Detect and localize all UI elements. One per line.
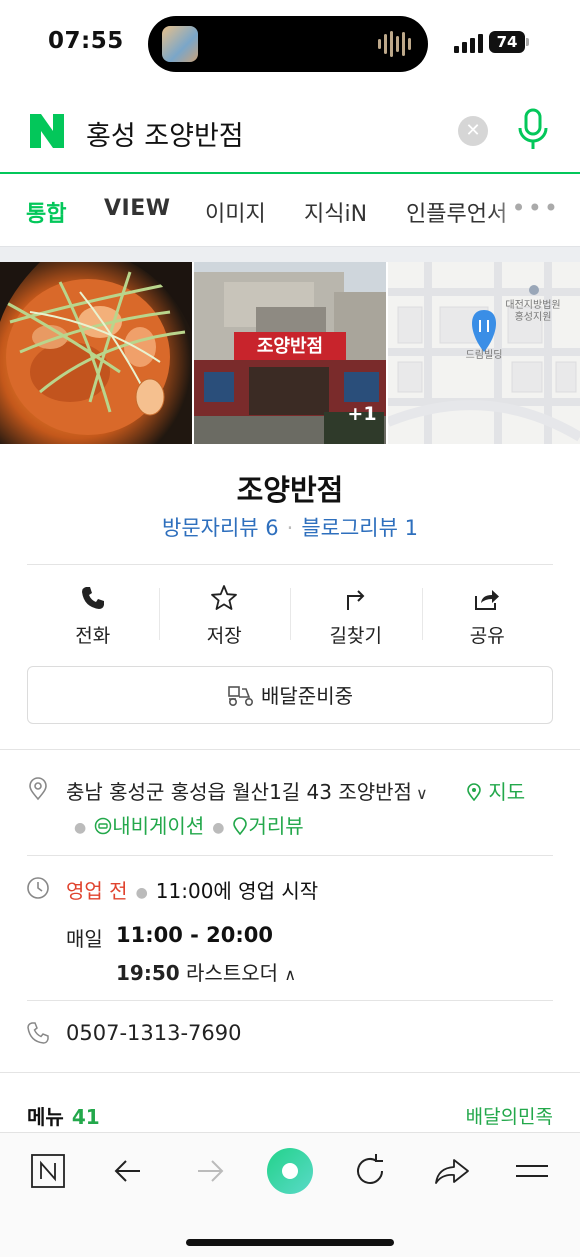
share-icon <box>475 590 500 610</box>
search-input[interactable]: 홍성 조양반점 <box>86 114 244 153</box>
tab-images[interactable]: 이미지 <box>205 196 266 228</box>
call-button[interactable]: 전화 <box>27 566 159 656</box>
store-sign-text: 조양반점 <box>257 336 323 357</box>
share-label: 공유 <box>469 625 505 647</box>
back-arrow-icon[interactable] <box>108 1151 148 1191</box>
food-photo[interactable] <box>0 262 192 444</box>
search-tabs: 통합 VIEW 이미지 지식iN 인플루언서 ••• <box>0 176 580 246</box>
divider <box>0 749 580 750</box>
location-sub-links: ● 내비게이션 ● 거리뷰 <box>74 814 304 838</box>
last-order-label: 라스트오더 <box>186 961 279 985</box>
last-order-time: 19:50 <box>116 961 180 985</box>
status-closed: 영업 전 <box>66 879 128 903</box>
phone-icon <box>81 587 104 609</box>
address-value: 충남 홍성군 홍성읍 월산1길 43 조양반점 <box>66 780 412 804</box>
directions-icon <box>346 590 365 610</box>
map-pin-icon <box>467 783 481 802</box>
tab-view[interactable]: VIEW <box>104 196 171 221</box>
battery-icon: 74 <box>489 31 529 53</box>
delivery-label: 배달준비중 <box>261 684 353 708</box>
menu-header: 메뉴 41 <box>27 1101 100 1130</box>
naver-logo-icon[interactable] <box>28 112 66 150</box>
now-playing-thumbnail <box>162 26 198 62</box>
save-label: 저장 <box>206 625 242 647</box>
map-thumbnail[interactable]: 대전지방법원 홍성지원 드림빌딩 <box>388 262 580 444</box>
call-label: 전화 <box>75 625 111 647</box>
delivery-button[interactable]: 배달준비중 <box>27 666 553 724</box>
action-bar: 전화 저장 길찾기 공유 <box>27 566 553 656</box>
microphone-icon[interactable] <box>516 108 550 152</box>
business-status[interactable]: 영업 전 ● 11:00에 영업 시작 <box>66 875 318 904</box>
storefront-photo[interactable]: 조양반점 +1 <box>194 262 386 444</box>
photo-extra-count: +1 <box>347 403 376 425</box>
search-bar: 홍성 조양반점 ✕ <box>0 90 580 174</box>
baemin-link[interactable]: 배달의민족 <box>466 1102 553 1129</box>
location-pin-icon <box>29 777 47 801</box>
clear-search-icon[interactable]: ✕ <box>458 116 488 146</box>
more-tabs-icon[interactable]: ••• <box>512 194 560 222</box>
map-label-court: 대전지방법원 <box>505 299 560 311</box>
street-view-label: 거리뷰 <box>248 814 304 838</box>
refresh-icon[interactable] <box>350 1151 390 1191</box>
address-text[interactable]: 충남 홍성군 홍성읍 월산1길 43 조양반점 ∨ <box>66 776 428 805</box>
divider <box>27 855 553 856</box>
street-view-link[interactable]: 거리뷰 <box>232 814 304 838</box>
tab-integrated[interactable]: 통합 <box>26 196 66 228</box>
street-view-icon <box>233 817 248 836</box>
chevron-down-icon[interactable]: ∨ <box>416 784 428 803</box>
delivery-scooter-icon <box>228 685 253 706</box>
blog-reviews-link[interactable]: 블로그리뷰 1 <box>301 516 418 540</box>
menu-count: 41 <box>71 1105 100 1129</box>
phone-number[interactable]: 0507-1313-7690 <box>66 1021 242 1045</box>
menu-icon[interactable] <box>512 1151 552 1191</box>
status-detail: 11:00에 영업 시작 <box>155 879 319 903</box>
audio-wave-icon <box>378 30 412 58</box>
divider <box>0 1072 580 1073</box>
star-icon <box>211 585 238 610</box>
car-icon <box>94 817 112 835</box>
navigation-label: 내비게이션 <box>112 814 205 838</box>
section-divider <box>0 246 580 262</box>
home-indicator <box>186 1239 394 1246</box>
dynamic-island[interactable] <box>148 16 428 72</box>
menu-label: 메뉴 <box>27 1105 64 1129</box>
daily-label: 매일 <box>66 927 103 951</box>
directions-button[interactable]: 길찾기 <box>290 566 422 656</box>
browser-toolbar <box>0 1132 580 1257</box>
naver-home-icon[interactable] <box>28 1151 68 1191</box>
map-link-label: 지도 <box>488 780 526 804</box>
status-bar: 07:55 74 <box>0 0 580 90</box>
navigation-link[interactable]: 내비게이션 <box>94 814 204 838</box>
forward-arrow-icon[interactable] <box>190 1151 230 1191</box>
share-button[interactable]: 공유 <box>421 566 554 656</box>
battery-level: 74 <box>489 31 525 53</box>
share-arrow-icon[interactable] <box>432 1151 472 1191</box>
phone-outline-icon <box>27 1022 49 1044</box>
last-order[interactable]: 19:50 라스트오더 ∧ <box>116 957 296 986</box>
directions-label: 길찾기 <box>329 625 382 647</box>
review-links: 방문자리뷰 6 · 블로그리뷰 1 <box>162 516 418 540</box>
save-button[interactable]: 저장 <box>158 566 291 656</box>
visitor-reviews-link[interactable]: 방문자리뷰 6 <box>162 516 279 540</box>
tab-knowledge-in[interactable]: 지식iN <box>304 196 367 228</box>
green-dot-icon[interactable] <box>266 1147 314 1195</box>
chevron-up-icon[interactable]: ∧ <box>284 965 296 984</box>
place-name: 조양반점 <box>236 473 344 507</box>
signal-icon <box>454 33 484 53</box>
clock-icon <box>27 877 49 899</box>
status-time: 07:55 <box>48 28 124 54</box>
daily-hours: 11:00 - 20:00 <box>116 923 274 947</box>
photo-strip: 조양반점 +1 대전지방법원 홍성지원 드림빌딩 <box>0 262 580 444</box>
divider <box>27 1000 553 1001</box>
map-label-branch: 홍성지원 <box>515 310 552 323</box>
map-link[interactable]: 지도 <box>466 776 525 805</box>
divider <box>27 564 553 565</box>
map-label-building: 드림빌딩 <box>466 349 503 361</box>
